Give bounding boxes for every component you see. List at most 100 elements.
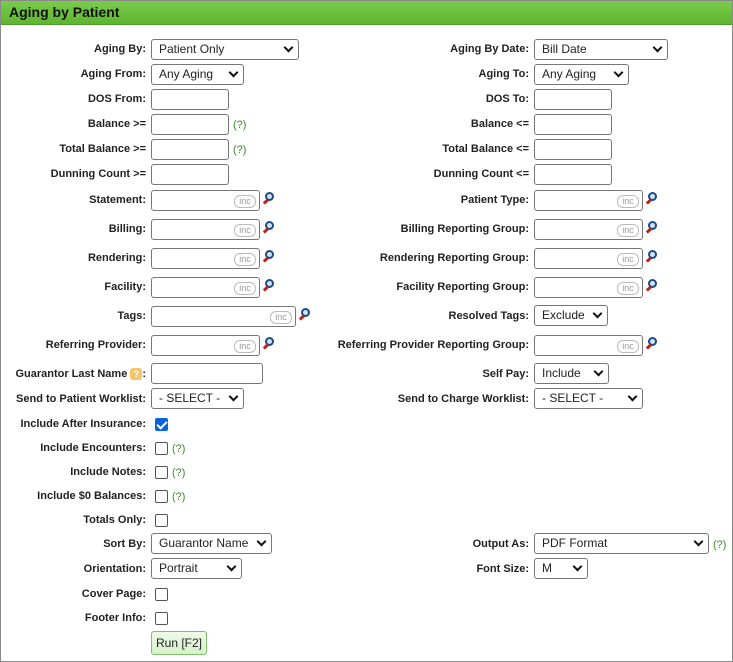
- dunning-count-lte-input[interactable]: [534, 164, 612, 185]
- output-as-label: Output As:: [472, 538, 529, 550]
- statement-label: Statement:: [89, 194, 146, 206]
- send-to-patient-worklist-select[interactable]: - SELECT -: [151, 388, 244, 409]
- inc-toggle[interactable]: inc: [234, 340, 256, 353]
- send-to-charge-worklist-label: Send to Charge Worklist:: [397, 393, 529, 405]
- magnifier-icon[interactable]: [645, 279, 659, 293]
- output-as-select[interactable]: PDF Format: [534, 533, 709, 554]
- footer-info-checkbox[interactable]: [155, 612, 168, 625]
- include-encounters-checkbox[interactable]: [155, 442, 168, 455]
- balance-gte-label: Balance >=: [87, 118, 146, 130]
- font-size-select[interactable]: M: [534, 558, 588, 579]
- balance-lte-input[interactable]: [534, 114, 612, 135]
- dos-to-label: DOS To:: [485, 93, 529, 105]
- chevron-down-icon: [256, 536, 267, 547]
- balance-lte-label: Balance <=: [470, 118, 529, 130]
- magnifier-icon[interactable]: [645, 250, 659, 264]
- total-balance-lte-input[interactable]: [534, 139, 612, 160]
- resolved-tags-select[interactable]: Exclude: [534, 305, 608, 326]
- magnifier-icon[interactable]: [645, 337, 659, 351]
- self-pay-select[interactable]: Include: [534, 363, 609, 384]
- chevron-down-icon: [228, 391, 239, 402]
- inc-toggle[interactable]: inc: [234, 253, 256, 266]
- chevron-down-icon: [572, 561, 583, 572]
- magnifier-icon[interactable]: [645, 221, 659, 235]
- resolved-tags-label: Resolved Tags:: [448, 310, 530, 322]
- aging-by-date-label: Aging By Date:: [450, 43, 529, 55]
- billing-input[interactable]: inc: [151, 219, 260, 240]
- aging-by-select[interactable]: Patient Only: [151, 39, 299, 60]
- include-zero-balances-help[interactable]: (?): [172, 491, 185, 503]
- tags-input[interactable]: inc: [151, 306, 296, 327]
- cover-page-checkbox[interactable]: [155, 588, 168, 601]
- footer-info-label: Footer Info:: [84, 612, 146, 624]
- send-to-charge-worklist-select[interactable]: - SELECT -: [534, 388, 643, 409]
- total-balance-lte-label: Total Balance <=: [442, 143, 529, 155]
- magnifier-icon[interactable]: [262, 221, 276, 235]
- magnifier-icon[interactable]: [298, 308, 312, 322]
- run-button[interactable]: Run [F2]: [151, 631, 207, 655]
- dunning-count-lte-label: Dunning Count <=: [433, 168, 529, 180]
- magnifier-icon[interactable]: [262, 250, 276, 264]
- magnifier-icon[interactable]: [645, 192, 659, 206]
- billing-reporting-group-input[interactable]: inc: [534, 219, 643, 240]
- referring-provider-input[interactable]: inc: [151, 335, 260, 356]
- include-encounters-help[interactable]: (?): [172, 443, 185, 455]
- inc-toggle[interactable]: inc: [617, 282, 639, 295]
- magnifier-icon[interactable]: [262, 192, 276, 206]
- include-after-insurance-label: Include After Insurance:: [20, 418, 146, 430]
- facility-reporting-group-input[interactable]: inc: [534, 277, 643, 298]
- chevron-down-icon: [693, 536, 704, 547]
- sort-by-label: Sort By:: [103, 538, 146, 550]
- rendering-reporting-group-input[interactable]: inc: [534, 248, 643, 269]
- dos-from-input[interactable]: [151, 89, 229, 110]
- include-after-insurance-checkbox[interactable]: [155, 418, 168, 431]
- aging-by-date-select[interactable]: Bill Date: [534, 39, 668, 60]
- balance-help[interactable]: (?): [233, 119, 246, 131]
- include-notes-help[interactable]: (?): [172, 467, 185, 479]
- totals-only-checkbox[interactable]: [155, 514, 168, 527]
- balance-gte-input[interactable]: [151, 114, 229, 135]
- include-notes-checkbox[interactable]: [155, 466, 168, 479]
- include-zero-balances-checkbox[interactable]: [155, 490, 168, 503]
- output-as-help[interactable]: (?): [713, 539, 726, 551]
- magnifier-icon[interactable]: [262, 279, 276, 293]
- chevron-down-icon: [613, 67, 624, 78]
- magnifier-icon[interactable]: [262, 337, 276, 351]
- inc-toggle[interactable]: inc: [234, 195, 256, 208]
- question-icon[interactable]: ?: [130, 368, 143, 381]
- page-title: Aging by Patient: [9, 4, 120, 20]
- inc-toggle[interactable]: inc: [617, 195, 639, 208]
- chevron-down-icon: [228, 67, 239, 78]
- total-balance-gte-label: Total Balance >=: [59, 143, 146, 155]
- chevron-down-icon: [627, 391, 638, 402]
- total-balance-help[interactable]: (?): [233, 144, 246, 156]
- dos-to-input[interactable]: [534, 89, 612, 110]
- chevron-down-icon: [283, 42, 294, 53]
- inc-toggle[interactable]: inc: [234, 282, 256, 295]
- referring-provider-label: Referring Provider:: [45, 339, 146, 351]
- patient-type-input[interactable]: inc: [534, 190, 643, 211]
- chevron-down-icon: [593, 366, 604, 377]
- guarantor-last-name-label: Guarantor Last Name?:: [15, 368, 146, 381]
- inc-toggle[interactable]: inc: [270, 311, 292, 324]
- total-balance-gte-input[interactable]: [151, 139, 229, 160]
- chevron-down-icon: [226, 561, 237, 572]
- facility-label: Facility:: [104, 281, 146, 293]
- inc-toggle[interactable]: inc: [234, 224, 256, 237]
- send-to-patient-worklist-label: Send to Patient Worklist:: [16, 393, 146, 405]
- inc-toggle[interactable]: inc: [617, 224, 639, 237]
- patient-type-label: Patient Type:: [460, 194, 529, 206]
- orientation-select[interactable]: Portrait: [151, 558, 242, 579]
- inc-toggle[interactable]: inc: [617, 340, 639, 353]
- aging-from-select[interactable]: Any Aging: [151, 64, 244, 85]
- dunning-count-gte-input[interactable]: [151, 164, 229, 185]
- aging-to-select[interactable]: Any Aging: [534, 64, 629, 85]
- facility-input[interactable]: inc: [151, 277, 260, 298]
- statement-input[interactable]: inc: [151, 190, 260, 211]
- referring-provider-reporting-group-input[interactable]: inc: [534, 335, 643, 356]
- aging-from-label: Aging From:: [80, 68, 146, 80]
- sort-by-select[interactable]: Guarantor Name: [151, 533, 272, 554]
- rendering-input[interactable]: inc: [151, 248, 260, 269]
- inc-toggle[interactable]: inc: [617, 253, 639, 266]
- guarantor-last-name-input[interactable]: [151, 363, 263, 384]
